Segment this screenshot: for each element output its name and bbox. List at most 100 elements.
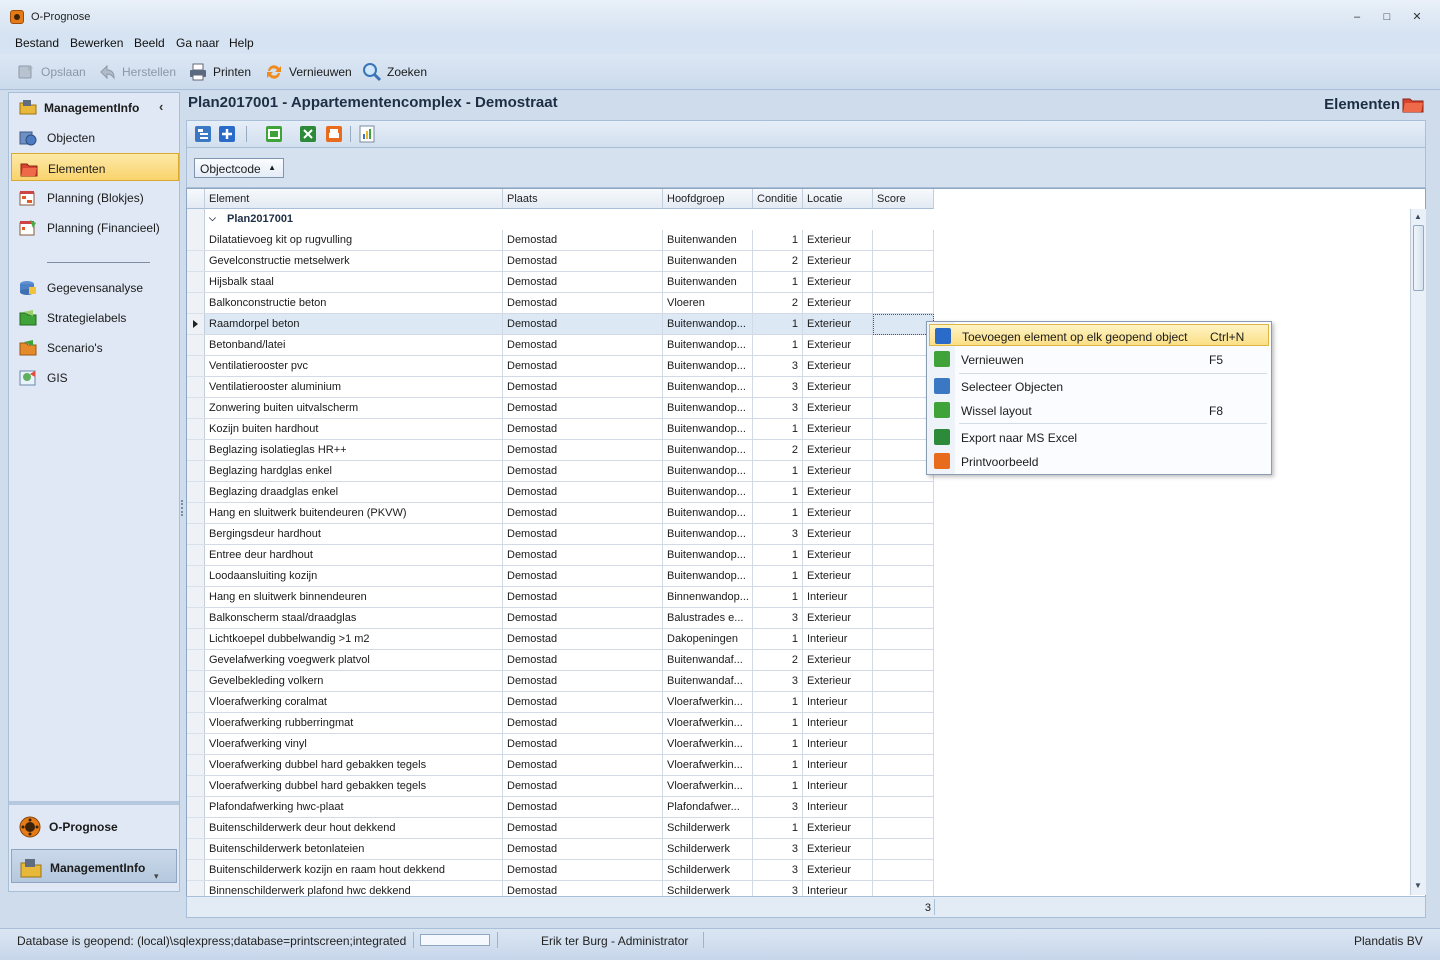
cell-plaats[interactable]: Demostad bbox=[503, 461, 663, 482]
table-row[interactable]: Balkonscherm staal/draadglas Demostad Balu… bbox=[187, 608, 934, 629]
minimize-button[interactable]: – bbox=[1348, 9, 1366, 25]
cell-plaats[interactable]: Demostad bbox=[503, 629, 663, 650]
cell-score[interactable] bbox=[873, 461, 934, 482]
cell-hoofdgroep[interactable]: Vloeren bbox=[663, 293, 753, 314]
cell-hoofdgroep[interactable]: Buitenwandaf... bbox=[663, 650, 753, 671]
excel-icon[interactable] bbox=[299, 125, 317, 143]
row-indicator[interactable] bbox=[187, 398, 205, 419]
row-indicator[interactable] bbox=[187, 671, 205, 692]
row-indicator[interactable] bbox=[187, 692, 205, 713]
cell-score[interactable] bbox=[873, 482, 934, 503]
nav-item-strategielabels[interactable]: Strategielabels bbox=[11, 303, 179, 331]
cell-hoofdgroep[interactable]: Buitenwandop... bbox=[663, 461, 753, 482]
cell-conditie[interactable]: 1 bbox=[753, 818, 803, 839]
cell-plaats[interactable]: Demostad bbox=[503, 314, 663, 335]
chart-report-icon[interactable] bbox=[358, 125, 376, 143]
cell-conditie[interactable]: 3 bbox=[753, 839, 803, 860]
cell-element[interactable]: Balkonscherm staal/draadglas bbox=[205, 608, 503, 629]
cell-hoofdgroep[interactable]: Buitenwandop... bbox=[663, 440, 753, 461]
cell-locatie[interactable]: Exterieur bbox=[803, 251, 873, 272]
cell-locatie[interactable]: Interieur bbox=[803, 629, 873, 650]
table-row[interactable]: Zonwering buiten uitvalscherm Demostad Bui… bbox=[187, 398, 934, 419]
row-indicator[interactable] bbox=[187, 566, 205, 587]
cell-conditie[interactable]: 2 bbox=[753, 251, 803, 272]
cell-conditie[interactable]: 1 bbox=[753, 335, 803, 356]
cell-score[interactable] bbox=[873, 671, 934, 692]
row-indicator[interactable] bbox=[187, 377, 205, 398]
cell-element[interactable]: Gevelbekleding volkern bbox=[205, 671, 503, 692]
cell-conditie[interactable]: 1 bbox=[753, 503, 803, 524]
menu-bestand[interactable]: Bestand bbox=[15, 36, 59, 50]
cell-hoofdgroep[interactable]: Vloerafwerkin... bbox=[663, 692, 753, 713]
nav-item-elementen[interactable]: Elementen bbox=[11, 153, 179, 181]
cell-plaats[interactable]: Demostad bbox=[503, 230, 663, 251]
row-indicator[interactable] bbox=[187, 251, 205, 272]
group-by-objectcode[interactable]: Objectcode ▲ bbox=[194, 158, 284, 178]
cell-plaats[interactable]: Demostad bbox=[503, 293, 663, 314]
cell-conditie[interactable]: 1 bbox=[753, 545, 803, 566]
cell-element[interactable]: Bergingsdeur hardhout bbox=[205, 524, 503, 545]
cell-hoofdgroep[interactable]: Binnenwandop... bbox=[663, 587, 753, 608]
save-button[interactable]: Opslaan bbox=[16, 60, 86, 84]
nav-item-objecten[interactable]: Objecten bbox=[11, 123, 179, 151]
cell-plaats[interactable]: Demostad bbox=[503, 692, 663, 713]
row-indicator[interactable] bbox=[187, 650, 205, 671]
table-row[interactable]: Ventilatierooster aluminium Demostad Buite… bbox=[187, 377, 934, 398]
cell-plaats[interactable]: Demostad bbox=[503, 587, 663, 608]
cell-hoofdgroep[interactable]: Buitenwandop... bbox=[663, 545, 753, 566]
search-button[interactable]: Zoeken bbox=[362, 60, 427, 84]
cell-locatie[interactable]: Exterieur bbox=[803, 356, 873, 377]
cell-element[interactable]: Ventilatierooster pvc bbox=[205, 356, 503, 377]
print-preview-icon[interactable] bbox=[325, 125, 343, 143]
menu-help[interactable]: Help bbox=[229, 36, 254, 50]
cell-element[interactable]: Entree deur hardhout bbox=[205, 545, 503, 566]
cell-score[interactable] bbox=[873, 356, 934, 377]
context-menu-item-add[interactable]: Toevoegen element op elk geopend object C… bbox=[929, 324, 1269, 346]
row-indicator[interactable] bbox=[187, 797, 205, 818]
cell-hoofdgroep[interactable]: Buitenwanden bbox=[663, 251, 753, 272]
row-indicator[interactable] bbox=[187, 629, 205, 650]
cell-element[interactable]: Zonwering buiten uitvalscherm bbox=[205, 398, 503, 419]
cell-locatie[interactable]: Interieur bbox=[803, 692, 873, 713]
group-row[interactable]: ⌵ Plan2017001 bbox=[205, 209, 935, 230]
table-row[interactable]: Balkonconstructie beton Demostad Vloeren 2 E… bbox=[187, 293, 934, 314]
table-row[interactable]: Buitenschilderwerk deur hout dekkend Demo… bbox=[187, 818, 934, 839]
row-indicator[interactable] bbox=[187, 776, 205, 797]
cell-element[interactable]: Vloerafwerking vinyl bbox=[205, 734, 503, 755]
select-objects-icon[interactable] bbox=[194, 125, 212, 143]
cell-element[interactable]: Vloerafwerking rubberringmat bbox=[205, 713, 503, 734]
cell-plaats[interactable]: Demostad bbox=[503, 566, 663, 587]
cell-conditie[interactable]: 1 bbox=[753, 419, 803, 440]
cell-locatie[interactable]: Exterieur bbox=[803, 566, 873, 587]
cell-score[interactable] bbox=[873, 818, 934, 839]
cell-locatie[interactable]: Exterieur bbox=[803, 524, 873, 545]
table-row[interactable]: Dilatatievoeg kit op rugvulling Demostad B… bbox=[187, 230, 934, 251]
cell-conditie[interactable]: 1 bbox=[753, 566, 803, 587]
cell-conditie[interactable]: 3 bbox=[753, 797, 803, 818]
cell-plaats[interactable]: Demostad bbox=[503, 335, 663, 356]
cell-plaats[interactable]: Demostad bbox=[503, 671, 663, 692]
cell-element[interactable]: Plafondafwerking hwc-plaat bbox=[205, 797, 503, 818]
cell-locatie[interactable]: Interieur bbox=[803, 713, 873, 734]
cell-conditie[interactable]: 1 bbox=[753, 629, 803, 650]
cell-score[interactable] bbox=[873, 713, 934, 734]
cell-locatie[interactable]: Exterieur bbox=[803, 230, 873, 251]
row-indicator[interactable] bbox=[187, 713, 205, 734]
collapse-pane-button[interactable]: ‹ bbox=[159, 99, 163, 114]
scroll-down-icon[interactable]: ▼ bbox=[1414, 881, 1422, 890]
cell-locatie[interactable]: Exterieur bbox=[803, 419, 873, 440]
cell-plaats[interactable]: Demostad bbox=[503, 251, 663, 272]
cell-score[interactable] bbox=[873, 755, 934, 776]
cell-conditie[interactable]: 2 bbox=[753, 293, 803, 314]
menu-ga-naar[interactable]: Ga naar bbox=[176, 36, 219, 50]
context-menu-item-excel[interactable]: Export naar MS Excel bbox=[929, 426, 1269, 448]
column-header-plaats[interactable]: Plaats bbox=[503, 189, 663, 209]
cell-element[interactable]: Lichtkoepel dubbelwandig >1 m2 bbox=[205, 629, 503, 650]
cell-score[interactable] bbox=[873, 503, 934, 524]
nav-item-gis[interactable]: GIS bbox=[11, 363, 179, 391]
cell-conditie[interactable]: 1 bbox=[753, 272, 803, 293]
cell-hoofdgroep[interactable]: Buitenwandop... bbox=[663, 377, 753, 398]
switch-layout-icon[interactable] bbox=[265, 125, 283, 143]
cell-hoofdgroep[interactable]: Buitenwandaf... bbox=[663, 671, 753, 692]
cell-hoofdgroep[interactable]: Buitenwandop... bbox=[663, 356, 753, 377]
